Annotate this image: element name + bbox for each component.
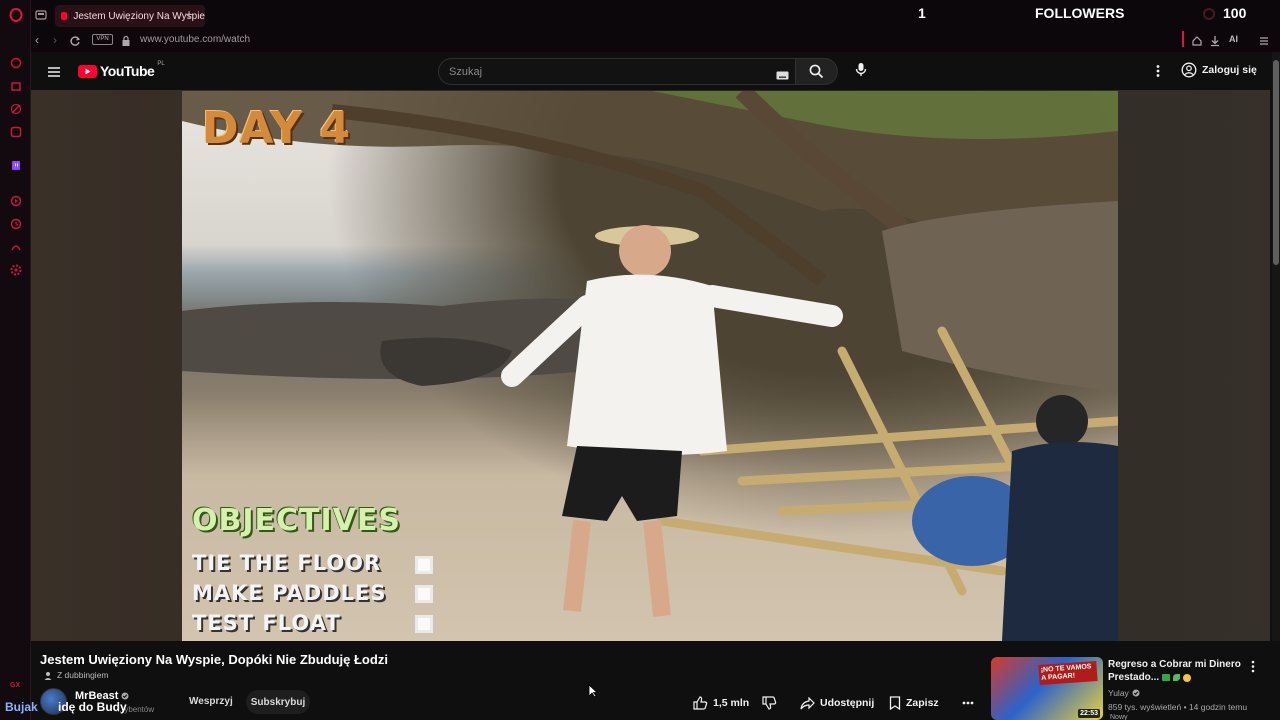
objective-2: MAKE PADDLES [192,581,387,605]
objective-checkbox-3 [415,615,433,633]
youtube-favicon-icon [61,12,68,20]
snapshot-icon[interactable] [1191,34,1203,52]
objective-3: TEST FLOAT [192,611,341,635]
keyboard-icon[interactable] [776,67,789,85]
menu-icon[interactable] [47,65,61,83]
tab-manager-icon[interactable] [35,8,49,22]
stream-watermark: idę do Budy [58,700,127,714]
scrollbar-thumb[interactable] [1273,60,1279,265]
twitch-icon[interactable] [8,158,24,174]
streamer-name: Bujak [5,700,38,714]
aria-icon[interactable] [8,55,24,71]
search-button[interactable] [796,58,838,85]
leaf-emoji-icon [1173,674,1181,681]
dubbing-badge: Z dubbingiem [44,670,109,680]
more-options-icon[interactable] [1155,64,1161,83]
share-button[interactable]: Udostępnij [800,694,874,712]
region-code: PL [157,61,165,67]
speed-dial-icon[interactable] [8,101,24,117]
goal-progress-icon [1203,8,1215,20]
download-icon[interactable] [1209,34,1221,52]
lock-icon[interactable] [121,34,131,52]
money-emoji-icon [1162,674,1171,681]
voice-search-icon[interactable] [855,62,867,83]
messenger-icon[interactable] [8,124,24,140]
objectives-title: OBJECTIVES [192,503,401,538]
extensions-icon[interactable] [8,239,24,255]
like-button[interactable]: 1,5 mln [693,694,749,712]
bookmark-icon [889,696,901,710]
dislike-button[interactable] [762,694,777,712]
dubbing-icon [44,671,52,680]
shop-icon[interactable] [8,78,24,94]
thumb-down-icon [762,696,777,710]
search-icon [809,64,824,79]
forward-icon[interactable]: › [53,33,57,47]
sign-in-button[interactable]: Zaloguj się [1181,62,1257,78]
search-input[interactable]: Szukaj [438,58,796,85]
day-label: DAY 4 [202,103,352,154]
back-icon[interactable]: ‹ [35,33,39,47]
settings-icon[interactable] [8,262,24,278]
recommendation-verified-icon [1132,689,1140,697]
page-scrollbar[interactable] [1272,52,1280,641]
account-icon [1181,62,1197,78]
player-icon[interactable] [8,193,24,209]
reload-icon[interactable] [69,34,81,52]
save-label: Zapisz [906,697,939,709]
address-divider [1182,31,1184,47]
verified-icon [121,692,129,700]
address-bar: ‹ › VPN www.youtube.com/watch AI [31,30,1280,52]
thumb-up-icon [693,696,708,710]
tab-bar: Jestem Uwięziony Na Wyspie + 1 FOLLOWERS… [31,0,1280,30]
objective-checkbox-1 [415,556,433,574]
opera-logo-icon[interactable] [8,7,24,23]
recommendation-title-line2: Prestado... [1108,672,1160,683]
new-tab-icon[interactable]: + [185,6,193,22]
video-duration: 22:53 [1078,709,1100,718]
tab-youtube[interactable]: Jestem Uwięziony Na Wyspie [55,5,205,27]
recommendation-title[interactable]: Regreso a Cobrar mi Dinero Prestado... [1108,658,1248,684]
ai-button[interactable]: AI [1229,34,1238,44]
video-title: Jestem Uwięziony Na Wyspie, Dopóki Nie Z… [40,652,388,667]
youtube-header: YouTube PL Szukaj Zaloguj się [31,52,1270,90]
youtube-logo-text: YouTube [100,63,155,79]
easy-setup-icon[interactable] [1258,34,1270,52]
sign-in-label: Zaloguj się [1202,64,1257,76]
share-icon [800,696,815,709]
recommendation-channel[interactable]: Yulay [1108,688,1140,698]
subscribe-button[interactable]: Subskrybuj [246,690,310,714]
more-actions-button[interactable] [962,694,974,712]
url-field[interactable]: www.youtube.com/watch [140,34,250,45]
face-emoji-icon [1183,673,1192,682]
recommendation-thumbnail[interactable]: ¡NO TE VAMOS A PAGAR! 22:53 [991,657,1103,720]
youtube-logo[interactable]: YouTube PL [78,61,165,79]
recommendation-new-badge: Nowy [1110,714,1128,720]
gx-corner-label: GX [10,682,21,689]
dubbing-label: Z dubbingiem [57,670,109,680]
youtube-play-icon [78,64,97,78]
more-horizontal-icon [962,701,974,705]
history-icon[interactable] [8,216,24,232]
browser-sidebar: GX [0,0,31,720]
mouse-cursor-icon [588,684,599,703]
recommendation-stats: 859 tys. wyświetleń • 14 godzin temu [1108,702,1248,712]
support-button[interactable]: Wesprzyj [189,696,233,707]
follower-goal: 100 [1223,5,1247,21]
save-button[interactable]: Zapisz [889,694,939,712]
recommendation-title-line1: Regreso a Cobrar mi Dinero [1108,659,1241,670]
followers-label: FOLLOWERS [1035,5,1125,21]
search-placeholder: Szukaj [449,66,483,78]
objective-checkbox-2 [415,585,433,603]
recommendation-channel-name: Yulay [1108,688,1129,698]
share-label: Udostępnij [820,697,875,709]
vpn-badge[interactable]: VPN [92,34,113,45]
thumbnail-text: ¡NO TE VAMOS A PAGAR! [1038,661,1098,685]
like-count: 1,5 mln [713,697,750,709]
objective-1: TIE THE FLOOR [192,551,382,575]
recommendation-menu-icon[interactable] [1250,660,1256,678]
follower-count: 1 [918,5,926,21]
